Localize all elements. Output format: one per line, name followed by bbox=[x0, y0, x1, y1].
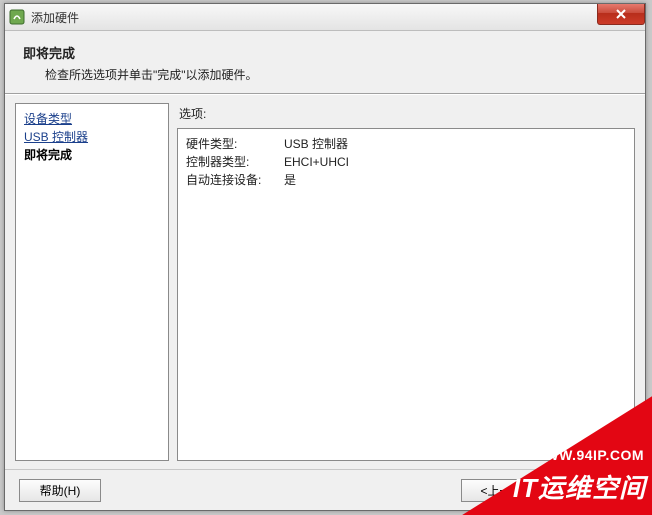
window-title: 添加硬件 bbox=[31, 9, 79, 26]
sidebar-step-device-type[interactable]: 设备类型 bbox=[24, 110, 160, 128]
help-button[interactable]: 帮助(H) bbox=[19, 479, 101, 502]
close-icon bbox=[615, 9, 627, 19]
back-button[interactable]: <上一步 bbox=[461, 479, 543, 502]
steps-sidebar: 设备类型 USB 控制器 即将完成 bbox=[15, 103, 169, 461]
summary-key: 自动连接设备: bbox=[186, 171, 284, 189]
summary-key: 硬件类型: bbox=[186, 135, 284, 153]
button-row: 帮助(H) <上一步 完成 bbox=[5, 469, 645, 510]
close-button[interactable] bbox=[597, 4, 645, 25]
summary-value: EHCI+UHCI bbox=[284, 153, 349, 171]
content-area: 设备类型 USB 控制器 即将完成 选项: 硬件类型: USB 控制器 控制器类… bbox=[5, 95, 645, 469]
titlebar: 添加硬件 bbox=[5, 4, 645, 31]
app-icon bbox=[9, 9, 25, 25]
main-panel: 选项: 硬件类型: USB 控制器 控制器类型: EHCI+UHCI 自动连接设… bbox=[177, 103, 635, 461]
summary-row: 自动连接设备: 是 bbox=[186, 171, 626, 189]
page-title: 即将完成 bbox=[23, 43, 627, 62]
page-subtitle: 检查所选选项并单击"完成"以添加硬件。 bbox=[45, 66, 627, 83]
finish-button[interactable]: 完成 bbox=[549, 479, 631, 502]
summary-key: 控制器类型: bbox=[186, 153, 284, 171]
sidebar-step-ready: 即将完成 bbox=[24, 146, 160, 164]
summary-box: 硬件类型: USB 控制器 控制器类型: EHCI+UHCI 自动连接设备: 是 bbox=[177, 128, 635, 461]
summary-value: 是 bbox=[284, 171, 296, 189]
summary-value: USB 控制器 bbox=[284, 135, 348, 153]
summary-row: 控制器类型: EHCI+UHCI bbox=[186, 153, 626, 171]
wizard-header: 即将完成 检查所选选项并单击"完成"以添加硬件。 bbox=[5, 31, 645, 93]
summary-row: 硬件类型: USB 控制器 bbox=[186, 135, 626, 153]
options-label: 选项: bbox=[179, 105, 635, 122]
sidebar-step-usb-controller[interactable]: USB 控制器 bbox=[24, 128, 160, 146]
dialog-window: 添加硬件 即将完成 检查所选选项并单击"完成"以添加硬件。 设备类型 USB 控… bbox=[4, 3, 646, 511]
